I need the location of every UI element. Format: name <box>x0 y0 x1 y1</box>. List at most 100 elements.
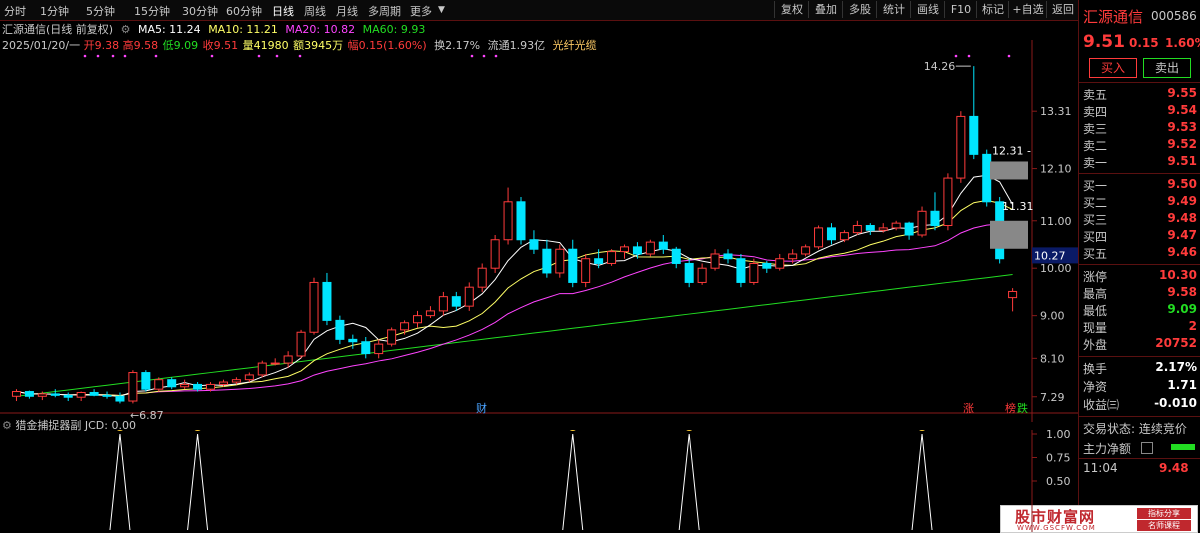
candle-body <box>11 391 21 397</box>
ask-row: 卖五 9.55 <box>1083 86 1200 104</box>
tab-period-1[interactable]: 1分钟 <box>40 3 69 19</box>
stat-row-value: 9.09 <box>1167 302 1197 316</box>
date-label: 2025/01/20/一 <box>2 39 81 52</box>
candle-body <box>425 310 435 317</box>
ask-row-value: 9.51 <box>1167 154 1197 168</box>
candlestick-chart[interactable]: 13.3112.1011.0010.009.008.107.2914.26←6.… <box>0 20 1078 430</box>
candle-body <box>594 258 604 264</box>
price-box-2 <box>990 220 1028 249</box>
candle-body <box>658 241 668 250</box>
bid-row-value: 9.50 <box>1167 177 1197 191</box>
candle-body <box>542 248 552 274</box>
stat-row-value: 10.30 <box>1159 268 1197 282</box>
f10-button[interactable]: F10 <box>944 1 977 18</box>
price-tick-label: 9.00 <box>1040 310 1065 323</box>
buy-button[interactable]: 买入 <box>1089 58 1137 78</box>
bid-row: 买一 9.50 <box>1083 177 1200 195</box>
signal-peak <box>187 433 209 531</box>
stat-row-label: 涨停 <box>1083 270 1108 284</box>
candle-body <box>115 395 125 402</box>
tab-period-4[interactable]: 30分钟 <box>182 3 218 19</box>
marker-dot <box>154 54 158 58</box>
settings-icon[interactable]: ⚙ <box>121 23 131 36</box>
toolbar: 分时 1分钟 5分钟 15分钟 30分钟 60分钟 日线 周线 月线 多周期 更… <box>0 0 1078 21</box>
draw-button[interactable]: 画线 <box>910 1 945 18</box>
candle-body <box>568 248 578 283</box>
marker-dot <box>954 54 958 58</box>
tab-period-6[interactable]: 日线 <box>272 3 294 19</box>
candle-body <box>76 391 86 398</box>
candle-body <box>296 331 306 357</box>
candle-body <box>244 374 254 381</box>
tab-period-9[interactable]: 多周期 <box>368 3 401 19</box>
float-label: 流通1.93亿 <box>487 39 546 52</box>
add-watchlist-button[interactable]: +自选 <box>1008 1 1047 18</box>
candle-body <box>477 267 487 288</box>
close-label: 收9.51 <box>202 39 239 52</box>
concept-label: 光纤光缆 <box>552 39 597 52</box>
bid-row-value: 9.48 <box>1167 211 1197 225</box>
marker-dot <box>298 54 302 58</box>
ohlc-info-line: 2025/01/20/一 开9.38 高9.58 低9.09 收9.51 量41… <box>2 37 601 52</box>
tab-period-2[interactable]: 5分钟 <box>86 3 115 19</box>
mark-button[interactable]: 标记 <box>976 1 1009 18</box>
bid-row-label: 买五 <box>1083 247 1108 261</box>
candle-body <box>684 262 694 283</box>
sell-button[interactable]: 卖出 <box>1143 58 1191 78</box>
bang-marker: 榜 <box>1005 401 1016 415</box>
sub-indicator-chart[interactable]: 1.00 0.75 0.50 <box>0 430 1078 532</box>
multi-stock-button[interactable]: 多股 <box>842 1 877 18</box>
stat2-row: 换手 2.17% <box>1083 360 1200 378</box>
marker-dot <box>967 54 971 58</box>
tab-period-5[interactable]: 60分钟 <box>226 3 262 19</box>
trade-state: 交易状态: 连续竞价 <box>1083 422 1187 436</box>
ask-row-label: 卖三 <box>1083 122 1108 136</box>
stat-row-label: 外盘 <box>1083 338 1108 352</box>
candle-body <box>749 262 759 283</box>
candle-body <box>335 319 345 340</box>
candle-body <box>361 341 371 355</box>
tab-period-0[interactable]: 分时 <box>4 3 26 19</box>
overlay-button[interactable]: 叠加 <box>808 1 843 18</box>
bid-row-value: 9.46 <box>1167 245 1197 259</box>
money-bag-icon <box>919 430 926 431</box>
candle-body <box>37 393 47 397</box>
marker-dot <box>210 54 214 58</box>
stat2-row-value: 2.17% <box>1155 360 1197 374</box>
stat-row-value: 9.58 <box>1167 285 1197 299</box>
cai-marker: 财 <box>476 401 487 415</box>
candle-body <box>555 248 565 274</box>
zhang-marker: 涨 <box>963 402 974 415</box>
marker-dot <box>111 54 115 58</box>
tab-period-7[interactable]: 周线 <box>304 3 326 19</box>
die-marker: 跌 <box>1017 401 1028 415</box>
marker-dot <box>1007 54 1011 58</box>
main-flow-label: 主力净额 <box>1083 442 1132 456</box>
chevron-down-icon[interactable]: ▼ <box>438 5 445 15</box>
candle-body <box>193 383 203 390</box>
candle-body <box>516 201 526 241</box>
candle-body <box>878 227 888 231</box>
candle-body <box>839 232 849 241</box>
stat-row-label: 现量 <box>1083 321 1108 335</box>
candle-body <box>762 262 772 269</box>
back-button[interactable]: 返回 <box>1046 1 1079 18</box>
stat2-row-label: 换手 <box>1083 362 1108 376</box>
quote-panel: 汇源通信 000586 9.51 0.15 1.60% 买入 卖出 交易状态: … <box>1078 0 1200 532</box>
stats-button[interactable]: 统计 <box>876 1 911 18</box>
table-icon[interactable] <box>1141 442 1153 454</box>
candle-body <box>891 222 901 229</box>
stat-row-value: 2 <box>1188 319 1197 333</box>
candle-body <box>374 343 384 355</box>
tab-period-8[interactable]: 月线 <box>336 3 358 19</box>
tab-period-3[interactable]: 15分钟 <box>134 3 170 19</box>
candle-body <box>917 210 927 236</box>
ask-row-label: 卖四 <box>1083 105 1108 119</box>
tab-period-10[interactable]: 更多 <box>410 3 432 19</box>
candle-body <box>607 251 617 264</box>
fuquan-button[interactable]: 复权 <box>774 1 809 18</box>
ask-row-value: 9.53 <box>1167 120 1197 134</box>
candle-body <box>50 393 60 396</box>
tick-time: 11:04 <box>1083 461 1118 475</box>
price-tick-label: 8.10 <box>1040 352 1065 365</box>
